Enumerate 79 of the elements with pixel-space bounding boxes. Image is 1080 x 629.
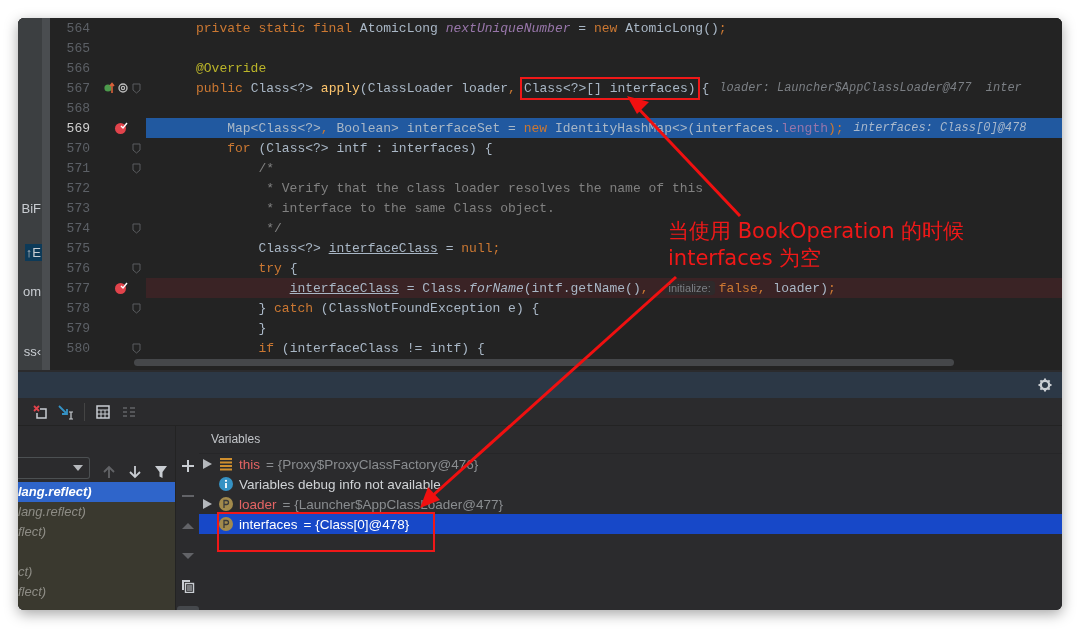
project-item[interactable]: BiF: [20, 200, 42, 217]
fold-icon[interactable]: [132, 262, 141, 274]
code-text: Class<?> interfaceClass = null;: [257, 240, 501, 256]
line-number: 579: [65, 320, 90, 336]
code-text: }: [257, 320, 267, 336]
thread-dropdown[interactable]: [18, 457, 90, 479]
stack-frame[interactable]: flect): [18, 522, 175, 542]
line-number: 574: [65, 220, 90, 236]
variable-name: loader: [239, 496, 277, 512]
fold-icon[interactable]: [132, 162, 141, 174]
line-number: 576: [65, 260, 90, 276]
filter-icon[interactable]: [154, 465, 168, 479]
step-arrow-icon[interactable]: [58, 403, 74, 420]
selected-variable-row[interactable]: interfaces = {Class[0]@478}: [199, 514, 1062, 534]
breakpoint-icon[interactable]: [114, 121, 128, 135]
horizontal-scrollbar[interactable]: [134, 359, 954, 366]
breakpoint-icon[interactable]: [114, 281, 128, 295]
line-number: 567: [65, 80, 90, 96]
code-text: private static final AtomicLong nextUniqueNumber = new AtomicLong();: [196, 20, 727, 36]
line-number: 566: [65, 60, 90, 76]
settings-icon[interactable]: [1038, 378, 1052, 392]
fold-icon[interactable]: [132, 82, 141, 94]
stack-frame[interactable]: ct): [18, 562, 175, 582]
drop-frame-icon[interactable]: [32, 403, 48, 420]
line-number: 578: [65, 300, 90, 316]
expand-triangle-icon[interactable]: [203, 499, 212, 509]
variable-value: = {Class[0]@478}: [303, 516, 410, 532]
code-text: } catch (ClassNotFoundException e) {: [257, 300, 540, 316]
info-icon: [219, 477, 233, 491]
fold-icon[interactable]: [132, 222, 141, 234]
info-message: Variables debug info not available: [239, 476, 441, 492]
stack-frame[interactable]: lang.reflect): [18, 482, 175, 502]
code-text: try {: [257, 260, 298, 276]
line-number: 573: [65, 200, 90, 216]
project-item[interactable]: om: [21, 283, 42, 300]
variables-title: Variables: [199, 426, 1062, 454]
line-number: 565: [65, 40, 90, 56]
fold-icon[interactable]: [132, 342, 141, 354]
line-number: 564: [65, 20, 90, 36]
line-number: 577: [65, 280, 90, 296]
project-item[interactable]: ss‹: [22, 343, 42, 360]
fold-icon[interactable]: [132, 302, 141, 314]
code-text: @Override: [196, 60, 267, 76]
line-number: 572: [65, 180, 90, 196]
scrollbar-track[interactable]: [42, 18, 50, 370]
down-arrow-icon[interactable]: [128, 465, 142, 479]
code-text: for (Class<?> intf : interfaces) {: [226, 140, 493, 156]
code-text: false, loader);: [718, 280, 836, 296]
annotation-note: 当使用 BookOperation 的时候 interfaces 为空: [668, 218, 965, 272]
line-number: 568: [65, 100, 90, 116]
caret-icon: [73, 465, 83, 471]
stack-frame[interactable]: flect): [18, 582, 175, 602]
line-number: 571: [65, 160, 90, 176]
code-text: * interface to the same Class object.: [265, 200, 555, 216]
parameter-hint: initialize:: [664, 281, 715, 295]
table-icon[interactable]: [95, 403, 111, 420]
override-markers-icon[interactable]: [104, 81, 128, 95]
code-text: if (interfaceClass != intf) {: [257, 340, 485, 356]
parameter-icon: [219, 497, 233, 511]
line-number: 580: [65, 340, 90, 356]
code-text: {: [701, 80, 710, 96]
stack-lines-icon: [219, 457, 233, 471]
variable-name: interfaces: [239, 516, 298, 532]
inline-value-hint: loader: Launcher$AppClassLoader@477 inter: [719, 81, 1022, 95]
code-text: /*: [257, 160, 275, 176]
variable-name: this: [239, 456, 260, 472]
parameter-icon: [219, 517, 233, 531]
fold-icon[interactable]: [132, 142, 141, 154]
stack-frame[interactable]: lang.reflect): [18, 502, 175, 522]
inline-value-hint: interfaces: Class[0]@478: [853, 121, 1027, 135]
code-text: */: [265, 220, 282, 236]
line-number: 569: [65, 120, 90, 136]
line-number: 570: [65, 140, 90, 156]
project-item[interactable]: ↑E: [24, 244, 42, 261]
code-text: interfaceClass = Class.forName(intf.getName(),: [288, 280, 649, 296]
line-number: 575: [65, 240, 90, 256]
expand-triangle-icon[interactable]: [203, 459, 212, 469]
code-text: public Class<?> apply(ClassLoader loader,: [196, 80, 516, 96]
code-text: * Verify that the class loader resolves the name of this: [265, 180, 704, 196]
